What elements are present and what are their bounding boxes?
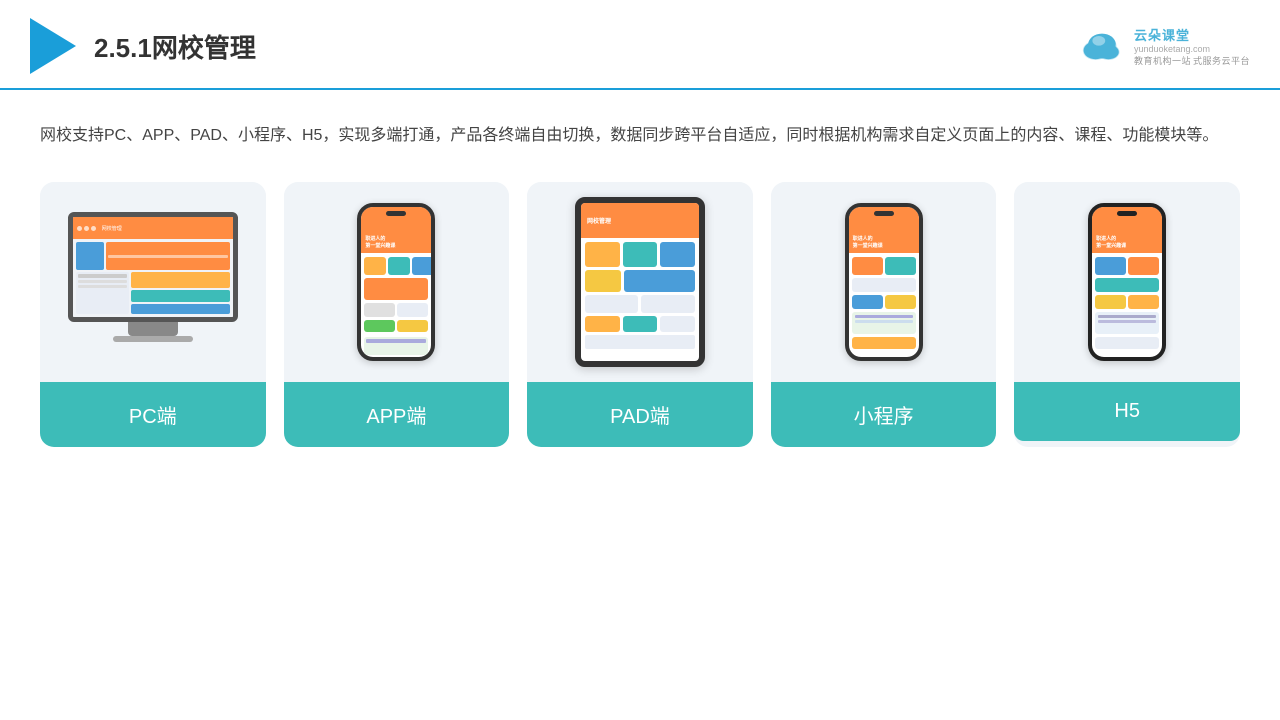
main-content: 网校支持PC、APP、PAD、小程序、H5，实现多端打通，产品各终端自由切换，数… xyxy=(0,90,1280,477)
description-text: 网校支持PC、APP、PAD、小程序、H5，实现多端打通，产品各终端自由切换，数… xyxy=(40,120,1240,152)
pad-image-area: 网校管理 xyxy=(527,182,753,382)
h5-phone-mockup: 职进人的 第一堂兴趣课 xyxy=(1088,203,1166,361)
cards-row: 网校管理 xyxy=(40,182,1240,447)
miniprogram-image-area: 职进人的 第一堂兴趣课 xyxy=(771,182,997,382)
card-h5: 职进人的 第一堂兴趣课 xyxy=(1014,182,1240,447)
brand-text: 云朵课堂 yunduoketang.com 教育机构一站 式服务云平台 xyxy=(1134,25,1250,67)
miniprogram-phone-mockup: 职进人的 第一堂兴趣课 xyxy=(845,203,923,361)
cloud-icon xyxy=(1078,28,1126,64)
card-pc: 网校管理 xyxy=(40,182,266,447)
page-title: 2.5.1网校管理 xyxy=(94,28,256,65)
brand-url: yunduoketang.com xyxy=(1134,44,1210,54)
header: 2.5.1网校管理 云朵课堂 yunduoketang.com 教育机构一站 xyxy=(0,0,1280,90)
header-left: 2.5.1网校管理 xyxy=(30,18,256,74)
pc-mockup: 网校管理 xyxy=(68,212,238,352)
pc-label: PC端 xyxy=(40,382,266,447)
miniprogram-label: 小程序 xyxy=(771,382,997,447)
logo-icon xyxy=(30,18,76,74)
brand-name: 云朵课堂 xyxy=(1134,25,1190,44)
card-miniprogram: 职进人的 第一堂兴趣课 xyxy=(771,182,997,447)
app-phone-mockup: 职进人的 第一堂兴趣课 xyxy=(357,203,435,361)
brand-logo: 云朵课堂 yunduoketang.com 教育机构一站 式服务云平台 xyxy=(1078,25,1250,67)
app-label: APP端 xyxy=(284,382,510,447)
card-pad: 网校管理 xyxy=(527,182,753,447)
card-app: 职进人的 第一堂兴趣课 xyxy=(284,182,510,447)
pad-label: PAD端 xyxy=(527,382,753,447)
h5-label: H5 xyxy=(1014,382,1240,441)
pad-tablet-mockup: 网校管理 xyxy=(575,197,705,367)
app-image-area: 职进人的 第一堂兴趣课 xyxy=(284,182,510,382)
pc-image-area: 网校管理 xyxy=(40,182,266,382)
header-right: 云朵课堂 yunduoketang.com 教育机构一站 式服务云平台 xyxy=(1078,25,1250,67)
brand-tagline2: 式服务云平台 xyxy=(1193,54,1250,67)
h5-image-area: 职进人的 第一堂兴趣课 xyxy=(1014,182,1240,382)
brand-tagline1: 教育机构一站 xyxy=(1134,54,1191,67)
